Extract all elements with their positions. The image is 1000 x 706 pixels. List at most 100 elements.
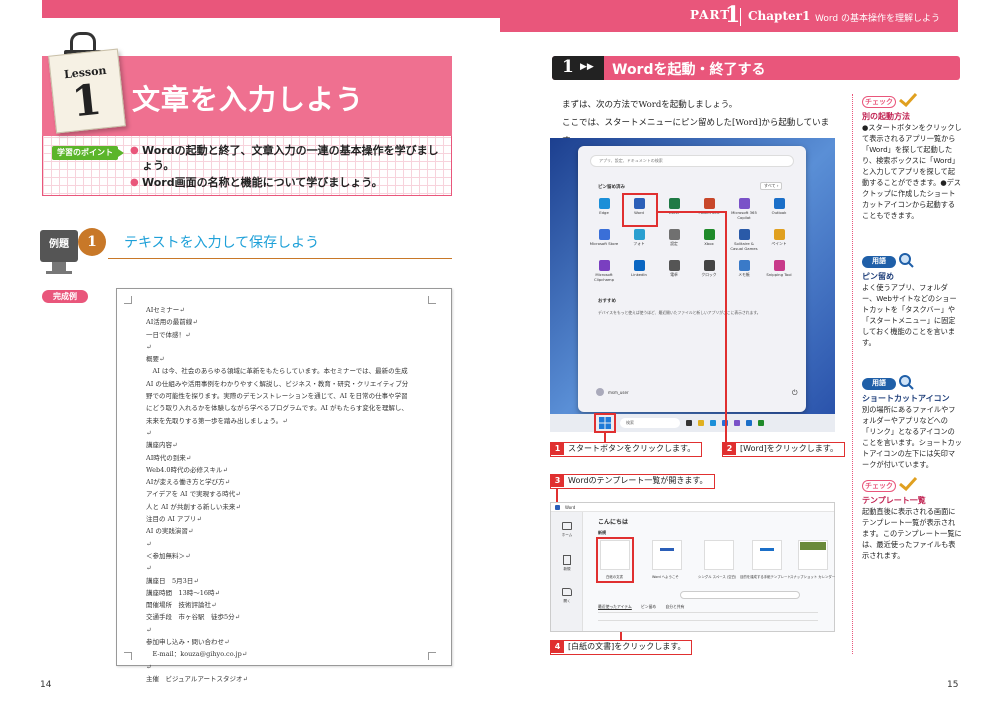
app-icon (598, 229, 610, 240)
taskbar-search[interactable]: 検索 (620, 418, 680, 428)
document-line: AI活用の最前線↵ (146, 318, 198, 327)
example-number: 1 (78, 228, 106, 256)
task-view-icon[interactable] (686, 420, 692, 426)
note-tag-term: 用語 (862, 378, 896, 390)
pinned-app[interactable]: Xbox (693, 229, 725, 247)
section-number: 1 (562, 57, 574, 77)
margin-mark (428, 652, 436, 660)
home-icon[interactable] (562, 522, 572, 530)
template-letter[interactable] (752, 540, 782, 570)
document-line: ↵ (146, 662, 152, 671)
document-line: ＜参加無料＞↵ (146, 551, 191, 560)
document-line: 主催 ビジュアルアートスタジオ↵ (146, 674, 248, 683)
document-line: アイデアを AI で実現する時代↵ (146, 490, 241, 499)
app-icon (633, 260, 645, 271)
document-line: 野での可能性を探ります。実際のデモンストレーションを通じて、AI を日常の仕事や… (146, 392, 408, 401)
all-apps-button[interactable]: すべて › (760, 182, 783, 190)
pinned-app[interactable]: クロック (693, 260, 725, 278)
margin-mark (428, 296, 436, 304)
document-line: ↵ (146, 428, 152, 437)
list-divider (598, 612, 818, 613)
document-line: ↵ (146, 539, 152, 548)
word-search-box[interactable] (680, 591, 800, 599)
pinned-heading: ピン留め済み (598, 185, 625, 190)
pinned-app[interactable]: Microsoft Store (588, 229, 620, 247)
template-accent (760, 548, 774, 551)
app-label: Edge (599, 210, 609, 215)
app-label: ペイント (771, 241, 787, 246)
note-body: 別の場所にあるファイルやフォルダーやアプリなどへの「リンク」となるアイコンのこと… (862, 405, 962, 469)
pinned-app[interactable]: 電卓 (658, 260, 690, 278)
template-welcome[interactable] (652, 540, 682, 570)
callout-3: 3 Wordのテンプレート一覧が開きます。 (550, 474, 715, 489)
tab-shared[interactable]: 自分と共有 (665, 604, 684, 609)
pinned-app[interactable]: Edge (588, 198, 620, 216)
outlook-icon[interactable] (746, 420, 752, 426)
template-accent (800, 542, 826, 550)
app-label: Xbox (704, 241, 714, 246)
pinned-app[interactable]: ペイント (763, 229, 795, 247)
app-label: クロック (701, 272, 717, 277)
section-arrow-icon: ▶▶ (580, 62, 594, 72)
document-line: 講座日 5月3日↵ (146, 576, 199, 585)
callout-2: 2 [Word]をクリックします。 (722, 442, 846, 457)
xbox-icon[interactable] (758, 420, 764, 426)
sidebar-item-new[interactable]: 新規 (551, 567, 583, 572)
learning-point: Word画面の名称と機能について学びましょう。 (130, 175, 440, 190)
note-tag-check: チェック (862, 480, 896, 492)
pinned-app[interactable]: Solitaire & Casual Games (728, 229, 760, 251)
app-icon (703, 229, 715, 240)
template-single-space[interactable] (704, 540, 734, 570)
app-label: Microsoft 365 Copilot (731, 210, 757, 220)
pinned-app[interactable]: Snipping Tool (763, 260, 795, 278)
document-line: ↵ (146, 342, 152, 351)
tab-recent[interactable]: 最近使ったアイテム (598, 604, 632, 609)
part-separator (740, 8, 741, 26)
note-title: ショートカットアイコン (862, 394, 950, 403)
app-label: Solitaire & Casual Games (730, 241, 758, 251)
magnifier-icon (896, 252, 914, 268)
document-line: 交通手段 市ヶ谷駅 徒歩5分↵ (146, 613, 241, 622)
note-title: テンプレート一覧 (862, 496, 926, 505)
copilot-icon[interactable] (734, 420, 740, 426)
explorer-icon[interactable] (698, 420, 704, 426)
pinned-app[interactable]: フォト (623, 229, 655, 247)
word-logo-icon (555, 505, 560, 510)
pinned-app[interactable]: Microsoft 365 Copilot (728, 198, 760, 220)
sidebar-item-home[interactable]: ホーム (551, 533, 583, 538)
document-text: AIセミナー↵ AI活用の最前線↵ 一日で体感！↵ ↵ 概要↵ AI は今、社会のあらゆ… (146, 304, 426, 685)
start-search-box[interactable]: アプリ、設定、ドキュメントの検索 (590, 155, 794, 167)
word-new-label: 新規 (598, 530, 606, 535)
user-avatar[interactable] (596, 388, 604, 396)
tab-pinned[interactable]: ピン留め (641, 604, 656, 609)
example-monitor-foot (46, 271, 72, 274)
lesson-number: 1 (69, 74, 104, 127)
list-divider (598, 620, 818, 621)
document-line: 注目の AI アプリ↵ (146, 515, 202, 524)
pinned-app[interactable]: Outlook (763, 198, 795, 216)
pinned-app[interactable]: メモ帳 (728, 260, 760, 278)
app-icon (773, 260, 785, 271)
pinned-app[interactable]: Microsoft Clipchamp (588, 260, 620, 282)
example-underline (108, 258, 452, 259)
document-line: Web4.0時代の必修スキル↵ (146, 465, 228, 474)
folder-icon[interactable] (562, 588, 572, 596)
checkmark-icon (898, 476, 918, 492)
app-icon (633, 229, 645, 240)
section-number-box (552, 56, 604, 80)
document-line: ↵ (146, 625, 152, 634)
pinned-app[interactable]: 設定 (658, 229, 690, 247)
power-icon[interactable]: ⏻ (792, 389, 798, 398)
document-line: AI は今、社会のあらゆる領域に革新をもたらしています。本セミナーでは、最新の生… (146, 367, 408, 376)
margin-mark (124, 652, 132, 660)
sidebar-item-open[interactable]: 開く (551, 599, 583, 604)
new-doc-icon[interactable] (563, 555, 571, 565)
word-greeting: こんにちは (598, 519, 629, 526)
edge-icon[interactable] (710, 420, 716, 426)
pinned-app[interactable]: LinkedIn (623, 260, 655, 278)
app-icon (598, 198, 610, 209)
callout-text: [白紙の文書]をクリックします。 (568, 642, 686, 651)
completed-example-tag: 完成例 (42, 290, 88, 303)
document-line: AI時代の到来↵ (146, 453, 192, 462)
app-label: Outlook (771, 210, 787, 215)
